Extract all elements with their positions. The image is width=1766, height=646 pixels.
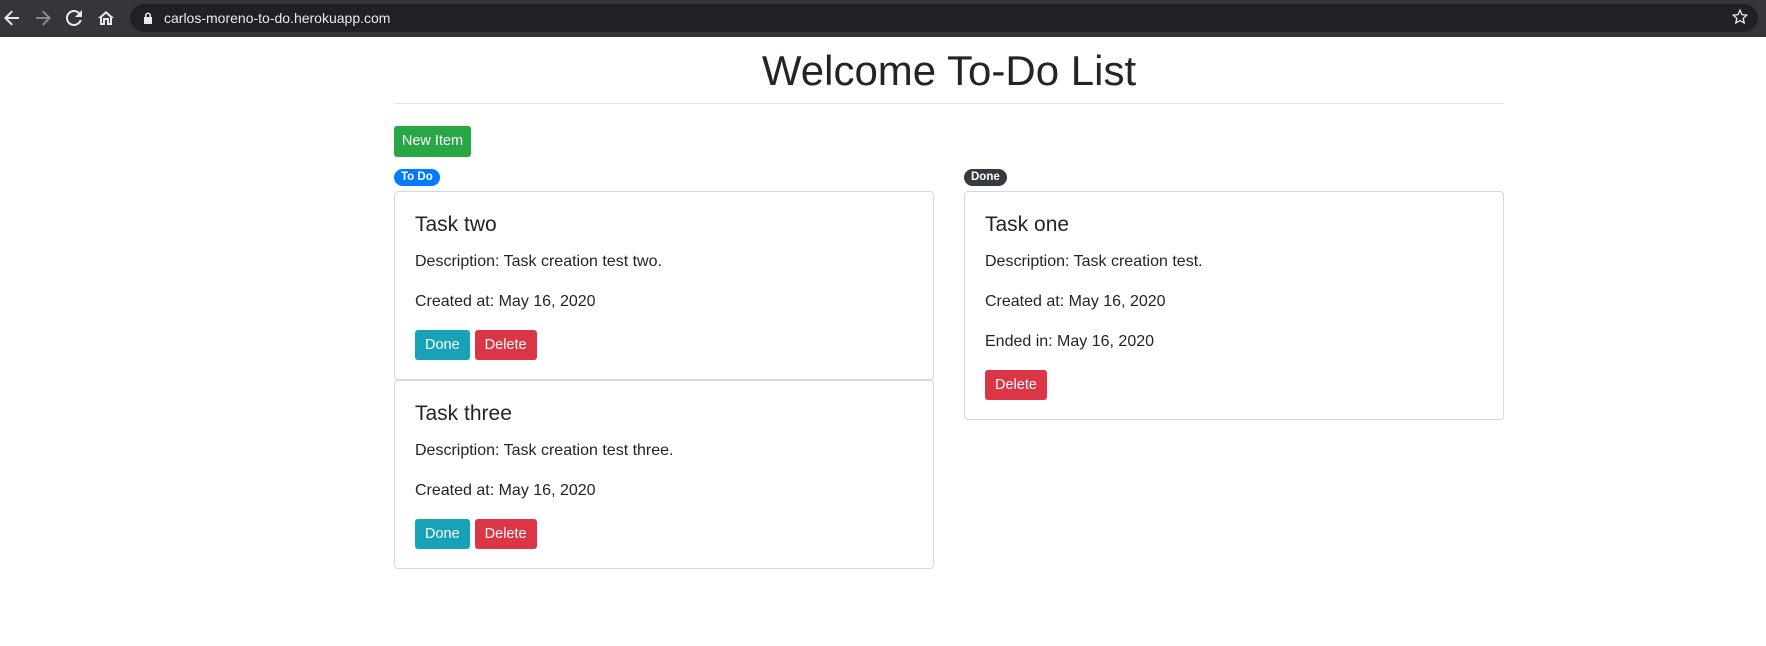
arrow-right-icon: [36, 10, 51, 26]
task-card: Task two Description: Task creation test…: [394, 191, 934, 380]
delete-button[interactable]: Delete: [474, 330, 537, 360]
title-divider: [394, 103, 1504, 104]
task-title: Task two: [415, 213, 497, 236]
reload-icon: [66, 10, 82, 26]
task-title: Task three: [415, 402, 512, 425]
star-icon[interactable]: [1731, 8, 1749, 30]
page-container: Welcome To-Do List New Item To Do Task t…: [394, 37, 1504, 569]
todo-badge: To Do: [394, 169, 440, 186]
delete-button[interactable]: Delete: [474, 519, 537, 549]
new-item-button[interactable]: New Item: [394, 126, 471, 157]
back-button[interactable]: [0, 2, 28, 34]
done-button[interactable]: Done: [415, 519, 470, 549]
task-created: Created at: May 16, 2020: [985, 293, 1166, 310]
page-title: Welcome To-Do List: [761, 47, 1137, 94]
task-description: Description: Task creation test.: [985, 253, 1203, 270]
home-button[interactable]: [90, 2, 122, 34]
lock-icon: [142, 11, 154, 25]
home-icon: [98, 11, 114, 25]
forward-button[interactable]: [27, 2, 59, 34]
delete-button[interactable]: Delete: [985, 370, 1047, 400]
task-created: Created at: May 16, 2020: [415, 482, 596, 499]
task-card: Task three Description: Task creation te…: [394, 380, 934, 569]
task-description: Description: Task creation test two.: [415, 253, 662, 270]
task-ended: Ended in: May 16, 2020: [985, 333, 1155, 350]
arrow-left-icon: [4, 10, 19, 26]
task-title: Task one: [985, 213, 1070, 236]
browser-toolbar: carlos-moreno-to-do.herokuapp.com: [0, 0, 1766, 37]
reload-button[interactable]: [58, 2, 90, 34]
url-text: carlos-moreno-to-do.herokuapp.com: [164, 10, 391, 26]
task-description: Description: Task creation test three.: [415, 442, 674, 459]
task-card: Task one Description: Task creation test…: [964, 191, 1504, 420]
done-button[interactable]: Done: [415, 330, 470, 360]
task-created: Created at: May 16, 2020: [415, 293, 596, 310]
done-badge: Done: [964, 169, 1007, 186]
address-bar[interactable]: carlos-moreno-to-do.herokuapp.com: [130, 4, 1758, 32]
